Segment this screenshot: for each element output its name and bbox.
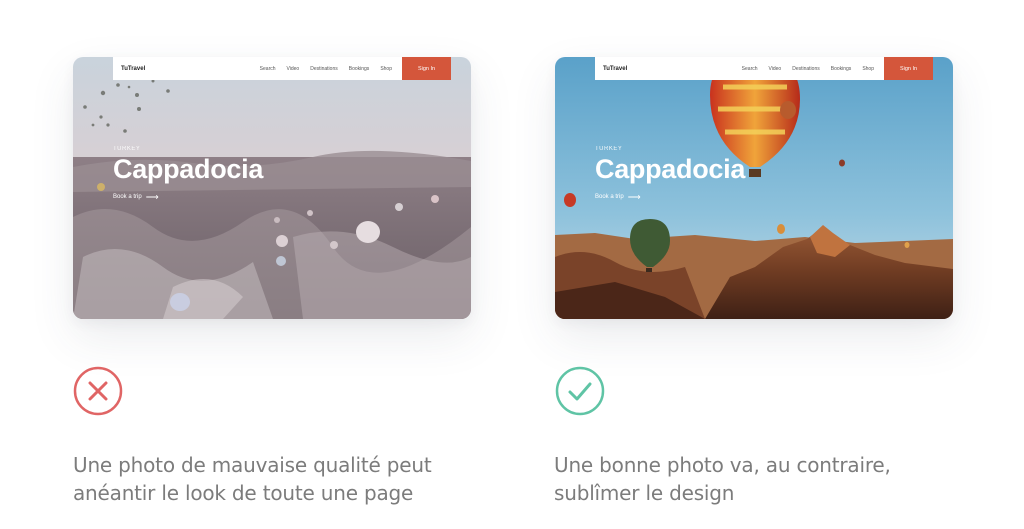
nav-link-video[interactable]: Video <box>287 66 300 72</box>
bad-photo-mockup: TuTravel Search Video Destinations Booki… <box>73 57 471 319</box>
nav-links: Search Video Destinations Bookings Shop <box>742 66 874 72</box>
nav-link-shop[interactable]: Shop <box>380 66 392 72</box>
sign-in-button[interactable]: Sign In <box>884 57 933 80</box>
caption-line: Une bonne photo va, au contraire, <box>554 453 891 477</box>
cross-icon <box>73 366 123 416</box>
nav-link-shop[interactable]: Shop <box>862 66 874 72</box>
sign-in-button[interactable]: Sign In <box>402 57 451 80</box>
book-trip-link[interactable]: Book a trip ⟶ <box>113 192 263 202</box>
caption-line: Une photo de mauvaise qualité peut <box>73 453 432 477</box>
hero-eyebrow: TURKEY <box>595 146 623 152</box>
good-photo-mockup: TuTravel Search Video Destinations Booki… <box>555 57 953 319</box>
check-icon <box>555 366 605 416</box>
site-navbar: TuTravel Search Video Destinations Booki… <box>595 57 933 80</box>
caption-line: sublîmer le design <box>554 481 735 505</box>
nav-link-bookings[interactable]: Bookings <box>831 66 852 72</box>
nav-link-bookings[interactable]: Bookings <box>349 66 370 72</box>
book-trip-label: Book a trip <box>113 194 142 200</box>
book-trip-label: Book a trip <box>595 194 624 200</box>
nav-link-search[interactable]: Search <box>260 66 276 72</box>
nav-link-destinations[interactable]: Destinations <box>792 66 820 72</box>
site-navbar: TuTravel Search Video Destinations Booki… <box>113 57 451 80</box>
hero-text: TURKEY Cappadocia Book a trip ⟶ <box>595 146 746 202</box>
bad-photo-caption: Une photo de mauvaise qualité peut anéan… <box>73 451 432 507</box>
nav-link-search[interactable]: Search <box>742 66 758 72</box>
hero-text: TURKEY Cappadocia Book a trip ⟶ <box>113 146 264 202</box>
arrow-right-icon: ⟶ <box>145 192 159 202</box>
book-trip-link[interactable]: Book a trip ⟶ <box>595 192 745 202</box>
hero-eyebrow: TURKEY <box>113 146 141 152</box>
caption-line: anéantir le look de toute une page <box>73 481 414 505</box>
hero-title: Cappadocia <box>113 154 264 184</box>
brand-logo[interactable]: TuTravel <box>603 66 627 72</box>
hero-title: Cappadocia <box>595 154 746 184</box>
nav-link-video[interactable]: Video <box>769 66 782 72</box>
brand-logo[interactable]: TuTravel <box>121 66 145 72</box>
arrow-right-icon: ⟶ <box>627 192 641 202</box>
good-photo-caption: Une bonne photo va, au contraire, sublîm… <box>554 451 891 507</box>
nav-link-destinations[interactable]: Destinations <box>310 66 338 72</box>
nav-links: Search Video Destinations Bookings Shop <box>260 66 392 72</box>
